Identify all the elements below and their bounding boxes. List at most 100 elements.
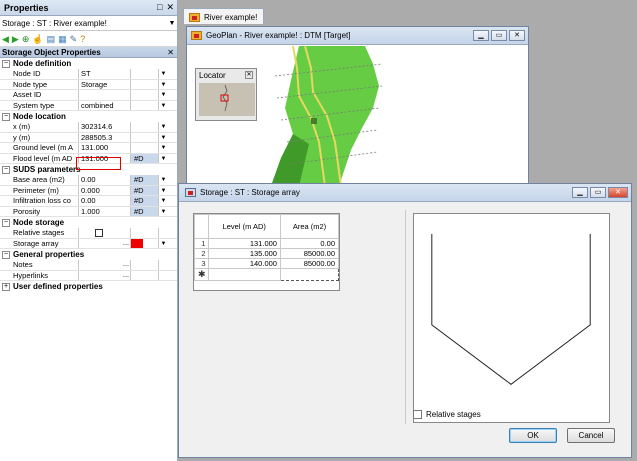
chevron-down-icon[interactable]: ▼ [158, 238, 168, 248]
properties-panel: Properties □ ✕ Storage : ST : River exam… [0, 0, 178, 461]
chevron-down-icon[interactable]: ▼ [158, 143, 168, 153]
property-value[interactable]: 0.000 [78, 185, 130, 195]
select-icon[interactable]: ☝ [32, 33, 43, 45]
property-value[interactable] [78, 90, 130, 100]
column-header-level[interactable]: Level (m AD) [207, 214, 281, 239]
open-icon[interactable]: ▤ [47, 33, 56, 45]
row-number[interactable]: 2 [194, 248, 209, 259]
chevron-down-icon[interactable]: ▼ [158, 185, 168, 195]
column-header-area[interactable]: Area (m2) [279, 214, 340, 239]
maximize-icon[interactable]: ▭ [590, 187, 606, 198]
help-icon[interactable]: ? [80, 33, 85, 45]
chevron-down-icon[interactable]: ▼ [158, 206, 168, 216]
expand-icon[interactable]: + [2, 282, 10, 291]
close-icon[interactable]: ✕ [245, 71, 253, 79]
close-icon[interactable]: ✕ [608, 187, 628, 198]
splitter[interactable] [405, 210, 406, 424]
area-cell[interactable]: 85000.00 [279, 258, 340, 269]
back-arrow-icon[interactable]: ◀ [2, 33, 9, 45]
collapse-icon[interactable]: − [2, 218, 10, 227]
pin-icon[interactable]: □ [157, 2, 162, 13]
relative-stages-checkbox[interactable] [95, 229, 103, 237]
group-label: Node storage [13, 218, 65, 227]
level-cell[interactable]: 131.000 [207, 238, 281, 249]
chevron-down-icon[interactable]: ▼ [158, 122, 168, 132]
edit-icon[interactable]: ✎ [70, 33, 78, 45]
cancel-button[interactable]: Cancel [567, 428, 615, 443]
add-icon[interactable]: ⊕ [22, 33, 30, 45]
chevron-down-icon[interactable]: ▼ [158, 196, 168, 206]
area-cell[interactable]: 85000.00 [279, 248, 340, 259]
minimize-icon[interactable]: ▁ [572, 187, 588, 198]
new-level-cell[interactable] [207, 268, 281, 281]
locator-title: Locator [199, 71, 226, 80]
property-label: Notes [13, 260, 33, 269]
property-row: Porosity 1.000 #D ▼ [0, 206, 177, 217]
chevron-down-icon[interactable]: ▼ [158, 69, 168, 79]
close-icon[interactable]: ✕ [166, 2, 174, 13]
property-spacer [158, 260, 168, 270]
chevron-down-icon[interactable]: ▼ [158, 175, 168, 185]
object-selector[interactable]: Storage : ST : River example! ▼ [0, 16, 177, 31]
collapse-icon[interactable]: − [2, 59, 10, 68]
grid-icon[interactable]: ▦ [58, 33, 67, 45]
group-node-definition[interactable]: − Node definition [0, 58, 177, 69]
row-number[interactable]: 1 [194, 238, 209, 249]
section-header: Storage Object Properties ✕ [0, 47, 177, 58]
collapse-icon[interactable]: − [2, 250, 10, 259]
table-row: 3 140.000 85000.00 [194, 258, 340, 269]
property-row: Ground level (m A 131.000 ▼ [0, 143, 177, 154]
property-flag: #D [130, 175, 158, 185]
collapse-icon[interactable]: − [2, 165, 10, 174]
property-flag [130, 69, 158, 79]
level-cell[interactable]: 140.000 [207, 258, 281, 269]
ellipsis-button[interactable]: ... [122, 271, 130, 281]
property-row: System type combined ▼ [0, 100, 177, 111]
property-value[interactable]: 288505.3 [78, 132, 130, 142]
property-value: ... [78, 238, 130, 249]
property-value[interactable]: 1.000 [78, 206, 130, 216]
chevron-down-icon[interactable]: ▼ [158, 132, 168, 142]
maximize-icon[interactable]: ▭ [491, 30, 507, 41]
chevron-down-icon[interactable]: ▼ [167, 20, 177, 27]
locator-viewport [220, 94, 229, 102]
property-row: Node type Storage ▼ [0, 79, 177, 90]
chevron-down-icon[interactable]: ▼ [158, 90, 168, 100]
group-user-defined-properties[interactable]: + User defined properties [0, 281, 177, 292]
folder-icon [189, 13, 200, 22]
ok-button[interactable]: OK [509, 428, 557, 443]
property-value[interactable]: ST [78, 69, 130, 79]
storage-dialog-titlebar[interactable]: Storage : ST : Storage array ▁ ▭ ✕ [179, 184, 631, 202]
chevron-down-icon[interactable]: ▼ [158, 100, 168, 110]
property-value[interactable]: 131.000 [78, 143, 130, 153]
group-node-location[interactable]: − Node location [0, 111, 177, 122]
minimize-icon[interactable]: ▁ [473, 30, 489, 41]
property-value[interactable]: 0.00 [78, 196, 130, 206]
group-general-properties[interactable]: − General properties [0, 249, 177, 260]
forward-arrow-icon[interactable]: ▶ [12, 33, 19, 45]
property-value[interactable]: Storage [78, 79, 130, 89]
property-spacer [158, 270, 168, 280]
row-number[interactable]: 3 [194, 258, 209, 269]
property-value[interactable]: combined [78, 100, 130, 110]
property-label: x (m) [13, 122, 31, 131]
close-icon[interactable]: ✕ [167, 48, 177, 57]
collapse-icon[interactable]: − [2, 112, 10, 121]
relative-stages-checkbox[interactable] [413, 410, 422, 419]
level-cell[interactable]: 135.000 [207, 248, 281, 259]
document-tab[interactable]: River example! [183, 8, 265, 24]
close-icon[interactable]: ✕ [509, 30, 525, 41]
area-cell[interactable]: 0.00 [279, 238, 340, 249]
ellipsis-button[interactable]: ... [122, 239, 130, 249]
geoplan-titlebar[interactable]: GeoPlan - River example! : DTM [Target] … [187, 27, 528, 45]
locator-panel: Locator ✕ [195, 68, 257, 121]
geoplan-window: GeoPlan - River example! : DTM [Target] … [186, 26, 529, 186]
group-node-storage[interactable]: − Node storage [0, 217, 177, 228]
chevron-down-icon[interactable]: ▼ [158, 153, 168, 163]
property-value[interactable]: 302314.6 [78, 122, 130, 132]
ellipsis-button[interactable]: ... [122, 260, 130, 270]
new-area-cell[interactable] [279, 268, 340, 281]
locator-map[interactable] [199, 83, 255, 116]
property-value[interactable]: 0.00 [78, 175, 130, 185]
chevron-down-icon[interactable]: ▼ [158, 79, 168, 89]
